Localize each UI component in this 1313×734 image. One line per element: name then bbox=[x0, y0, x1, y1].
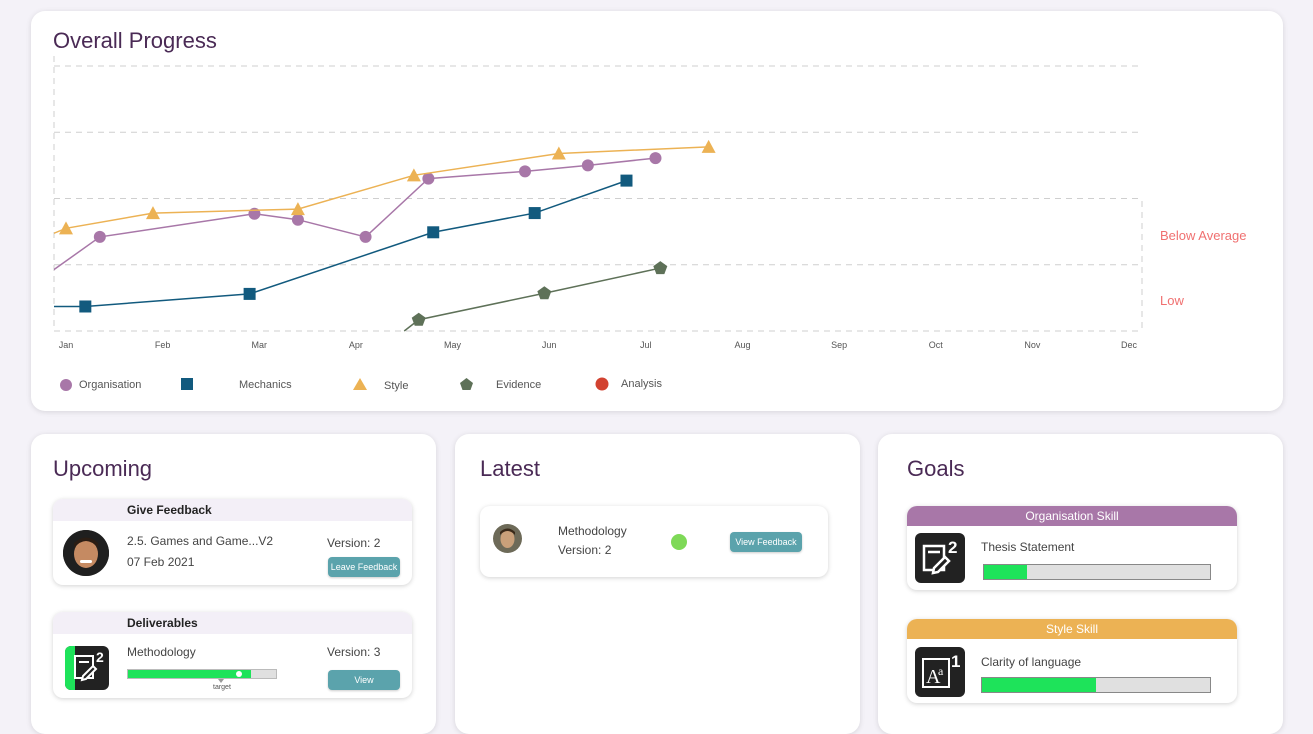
triangle-icon bbox=[353, 378, 367, 390]
progress-knob bbox=[236, 671, 242, 677]
data-point bbox=[79, 300, 92, 313]
data-point bbox=[620, 174, 633, 187]
series-line-mechanics bbox=[54, 179, 627, 308]
give-feedback-heading: Give Feedback bbox=[127, 503, 212, 517]
progress-chart: Jan Feb Mar Apr May Jun Jul Aug Sep Oct Nov Dec bbox=[53, 56, 1143, 350]
data-point bbox=[649, 152, 662, 165]
legend-label: Mechanics bbox=[239, 379, 292, 391]
deliverables-header: Deliverables bbox=[53, 612, 412, 634]
latest-card: Latest Methodology Version: 2 View Feedb… bbox=[455, 434, 860, 734]
circle-icon bbox=[60, 379, 72, 391]
data-point bbox=[653, 261, 668, 275]
goal-progress-bar bbox=[983, 564, 1211, 580]
x-tick-label: Sep bbox=[831, 340, 847, 350]
legend-label: Style bbox=[384, 380, 409, 392]
font-size-icon: A a 1 bbox=[915, 647, 965, 697]
avatar bbox=[493, 524, 522, 553]
legend-label: Analysis bbox=[621, 378, 662, 390]
pentagon-icon bbox=[460, 378, 473, 390]
latest-title: Latest bbox=[480, 456, 540, 481]
leave-feedback-button[interactable]: Leave Feedback bbox=[328, 557, 400, 577]
goal-item: Style Skill A a 1 Clarity of language bbox=[907, 619, 1237, 703]
x-tick-label: Jun bbox=[542, 340, 557, 350]
data-point bbox=[581, 159, 594, 172]
deliverable-version: Version: 3 bbox=[327, 645, 381, 659]
data-point bbox=[427, 226, 440, 239]
upcoming-card: Upcoming Give Feedback 2.5. Games and Ga… bbox=[31, 434, 436, 734]
level-label-low: Low bbox=[1160, 293, 1184, 308]
series-line-evidence bbox=[403, 267, 661, 332]
target-marker-icon bbox=[218, 679, 224, 683]
person-avatar-icon bbox=[63, 530, 109, 576]
legend-label: Organisation bbox=[79, 379, 142, 391]
latest-item-version: Version: 2 bbox=[558, 543, 612, 557]
plot-area bbox=[54, 139, 716, 332]
goal-heading: Organisation Skill bbox=[907, 506, 1237, 526]
x-tick-label: Feb bbox=[155, 340, 171, 350]
latest-item-name[interactable]: Methodology bbox=[558, 524, 627, 538]
feedback-item-date: 07 Feb 2021 bbox=[127, 555, 195, 569]
deliverable-name[interactable]: Methodology bbox=[127, 645, 196, 659]
data-point bbox=[291, 213, 304, 226]
data-point bbox=[93, 230, 106, 243]
goal-label: Thesis Statement bbox=[981, 540, 1075, 554]
x-tick-label: Oct bbox=[929, 340, 944, 350]
give-feedback-panel: Give Feedback 2.5. Games and Game...V2 0… bbox=[53, 499, 412, 585]
deliverables-panel: Deliverables 2 Methodology target Versio… bbox=[53, 612, 412, 698]
series-line-style bbox=[54, 146, 709, 235]
latest-item-panel: Methodology Version: 2 View Feedback bbox=[480, 506, 828, 577]
feedback-version: Version: 2 bbox=[327, 536, 381, 550]
x-tick-label: Jan bbox=[59, 340, 74, 350]
data-point bbox=[537, 286, 552, 300]
x-tick-label: May bbox=[444, 340, 462, 350]
goal-label: Clarity of language bbox=[981, 655, 1082, 669]
svg-text:2: 2 bbox=[948, 538, 957, 557]
circle-icon bbox=[595, 377, 609, 391]
give-feedback-header: Give Feedback bbox=[53, 499, 412, 521]
svg-text:a: a bbox=[938, 664, 944, 678]
upcoming-title: Upcoming bbox=[53, 456, 153, 481]
legend-label: Evidence bbox=[496, 379, 542, 391]
feedback-item-name[interactable]: 2.5. Games and Game...V2 bbox=[127, 534, 273, 548]
goal-progress-fill bbox=[982, 678, 1096, 692]
view-feedback-button[interactable]: View Feedback bbox=[730, 532, 802, 552]
deliverable-progress-fill bbox=[128, 670, 251, 678]
goal-progress-bar bbox=[981, 677, 1211, 693]
data-point bbox=[243, 287, 256, 300]
data-point bbox=[519, 165, 532, 178]
goal-heading: Style Skill bbox=[907, 619, 1237, 639]
deliverable-progress-bar bbox=[127, 669, 277, 679]
avatar bbox=[63, 530, 109, 576]
overall-progress-card: Overall Progress Jan Feb Mar Apr May Jun Jul Au… bbox=[31, 11, 1283, 411]
svg-text:2: 2 bbox=[96, 649, 104, 665]
square-icon bbox=[181, 378, 193, 390]
view-button[interactable]: View bbox=[328, 670, 400, 690]
goal-progress-fill bbox=[984, 565, 1027, 579]
x-tick-label: Jul bbox=[640, 340, 652, 350]
svg-text:1: 1 bbox=[951, 652, 960, 671]
goals-title: Goals bbox=[907, 456, 965, 481]
x-tick-label: Dec bbox=[1121, 340, 1138, 350]
document-edit-icon: 2 bbox=[915, 533, 965, 583]
x-tick-label: Apr bbox=[349, 340, 363, 350]
goal-item: Organisation Skill 2 Thesis Statement bbox=[907, 506, 1237, 590]
status-dot-icon bbox=[671, 534, 687, 550]
data-point bbox=[528, 207, 541, 220]
person-avatar-icon bbox=[493, 524, 522, 553]
x-tick-label: Mar bbox=[252, 340, 268, 350]
document-edit-icon: 2 bbox=[65, 646, 109, 690]
data-point bbox=[359, 230, 372, 243]
deliverables-heading: Deliverables bbox=[127, 616, 198, 630]
target-label: target bbox=[213, 684, 231, 691]
x-tick-label: Aug bbox=[734, 340, 750, 350]
level-label-below-average: Below Average bbox=[1160, 228, 1247, 243]
goals-card: Goals Organisation Skill 2 Thesis Statem… bbox=[878, 434, 1283, 734]
x-tick-label: Nov bbox=[1024, 340, 1041, 350]
